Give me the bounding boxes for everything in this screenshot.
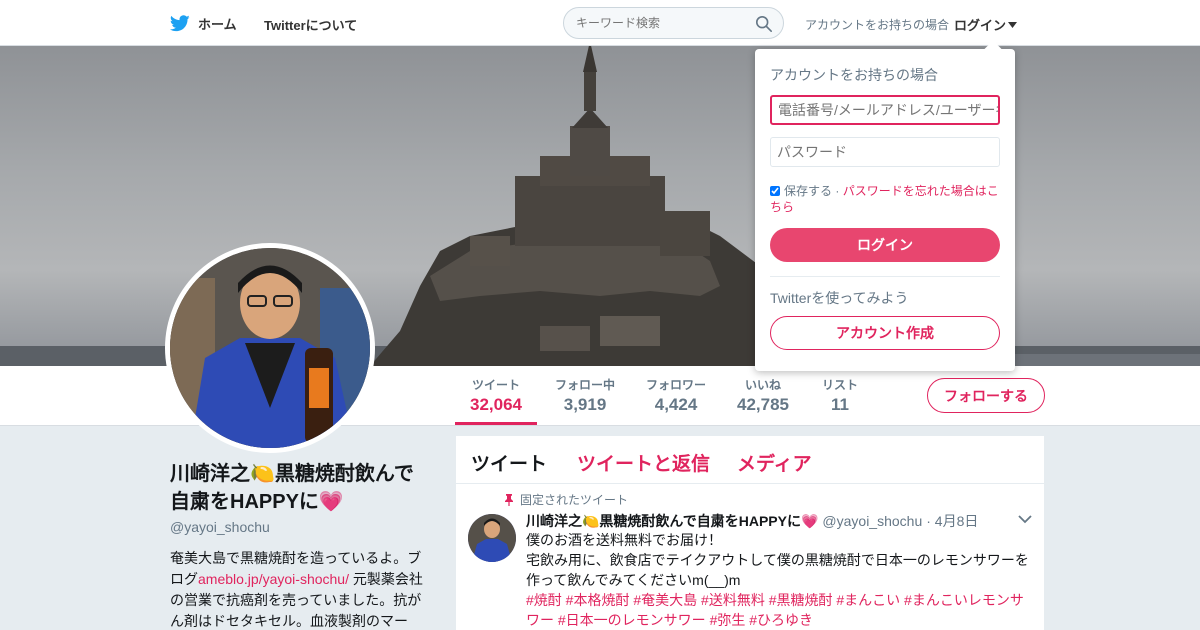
- tweet-timestamp[interactable]: · 4月8日: [926, 511, 978, 531]
- profile-bio-link[interactable]: ameblo.jp/yayoi-shochu/: [198, 571, 349, 587]
- stat-following-label: フォロー中: [555, 378, 616, 392]
- stat-followers-label: フォロワー: [646, 378, 707, 392]
- password-input[interactable]: [770, 137, 1000, 167]
- tab-tweets[interactable]: ツイート: [471, 449, 547, 476]
- username-input[interactable]: [770, 95, 1000, 125]
- avatar-photo: [170, 248, 370, 448]
- stat-tweets[interactable]: ツイート 32,064: [455, 376, 537, 425]
- tweet-author-name[interactable]: 川崎洋之🍋黒糖焼酎飲んで自粛をHAPPYに💗: [526, 511, 818, 531]
- pinned-tweet-indicator: 固定されたツイート: [504, 491, 628, 508]
- search-box: [563, 7, 784, 39]
- stat-lists[interactable]: リスト 11: [822, 376, 858, 415]
- tweet-avatar-illustration: [468, 514, 516, 562]
- profile-handle[interactable]: @yayoi_shochu: [170, 519, 270, 535]
- stat-tweets-value: 32,064: [470, 395, 522, 414]
- tweet-header: 川崎洋之🍋黒糖焼酎飲んで自粛をHAPPYに💗 @yayoi_shochu · 4…: [526, 511, 978, 531]
- search-input[interactable]: [564, 8, 744, 38]
- remember-me-label[interactable]: 保存する: [784, 184, 832, 198]
- tweet-hashtags[interactable]: #焼酎 #本格焼酎 #奄美大島 #送料無料 #黒糖焼酎 #まんこい #まんこいレ…: [526, 590, 1036, 630]
- profile-bio: 奄美大島で黒糖焼酎を造っているよ。ブログameblo.jp/yayoi-shoc…: [170, 548, 428, 630]
- stat-tweets-label: ツイート: [471, 378, 520, 392]
- nav-about-link[interactable]: Twitterについて: [264, 15, 357, 34]
- tweet-text-line-2: 宅飲み用に、飲食店でテイクアウトして僕の黒糖焼酎で日本一のレモンサワーを作って飲…: [526, 552, 1029, 588]
- caret-down-icon: [1008, 21, 1018, 28]
- stat-likes-label: いいね: [744, 378, 781, 392]
- remember-separator: ·: [832, 184, 843, 198]
- stat-likes-value: 42,785: [737, 395, 789, 414]
- tab-tweets-and-replies[interactable]: ツイートと返信: [577, 449, 710, 476]
- tweet-author-handle[interactable]: @yayoi_shochu: [822, 513, 922, 529]
- pinned-tweet-label: 固定されたツイート: [520, 493, 629, 507]
- stat-likes[interactable]: いいね 42,785: [737, 376, 789, 415]
- search-icon[interactable]: [755, 15, 773, 33]
- stat-lists-label: リスト: [822, 378, 859, 392]
- nav-home-label: ホーム: [198, 16, 237, 32]
- avatar-person-illustration: [170, 248, 370, 448]
- profile-avatar[interactable]: [165, 243, 375, 453]
- login-dropdown-toggle[interactable]: ログイン: [954, 15, 1018, 34]
- tweet-avatar[interactable]: [468, 514, 516, 562]
- tweet-text: 僕のお酒を送料無料でお届け！ 宅飲み用に、飲食店でテイクアウトして僕の黒糖焼酎で…: [526, 530, 1036, 630]
- chevron-down-icon[interactable]: [1018, 515, 1032, 524]
- stat-followers-value: 4,424: [654, 395, 698, 414]
- twitter-bird-icon: [170, 14, 190, 31]
- top-navigation-bar: ホーム Twitterについて アカウントをお持ちの場合 ログイン: [0, 0, 1200, 46]
- timeline: ツイート ツイートと返信 メディア 固定されたツイート 川崎洋之🍋黒糖焼酎飲んで…: [456, 436, 1044, 630]
- login-submit-button[interactable]: ログイン: [770, 228, 1000, 262]
- remember-me-checkbox[interactable]: [770, 186, 780, 196]
- try-twitter-label: Twitterを使ってみよう: [770, 290, 909, 306]
- dropdown-divider: [770, 276, 1000, 277]
- tab-media[interactable]: メディア: [737, 449, 812, 476]
- login-dropdown-title: アカウントをお持ちの場合: [770, 67, 938, 83]
- stat-following-value: 3,919: [563, 395, 607, 414]
- follow-button[interactable]: フォローする: [927, 378, 1045, 413]
- stat-lists-value: 11: [831, 395, 849, 414]
- nav-home-link[interactable]: ホーム: [170, 12, 237, 34]
- timeline-tabs: ツイート ツイートと返信 メディア: [456, 436, 1044, 484]
- tweet-text-line-1: 僕のお酒を送料無料でお届け！: [526, 532, 722, 548]
- stat-following[interactable]: フォロー中 3,919: [555, 376, 615, 415]
- login-link-label: ログイン: [954, 18, 1007, 33]
- profile-name[interactable]: 川崎洋之🍋黒糖焼酎飲んで自粛をHAPPYに💗: [170, 460, 425, 516]
- login-dropdown: アカウントをお持ちの場合 保存する · パスワードを忘れた場合はこちら ログイン…: [755, 49, 1015, 371]
- stat-followers[interactable]: フォロワー 4,424: [646, 376, 706, 415]
- remember-me-row: 保存する · パスワードを忘れた場合はこちら: [770, 183, 1002, 215]
- login-prompt-text: アカウントをお持ちの場合: [805, 18, 950, 32]
- create-account-button[interactable]: アカウント作成: [770, 316, 1000, 350]
- pin-icon: [505, 493, 513, 506]
